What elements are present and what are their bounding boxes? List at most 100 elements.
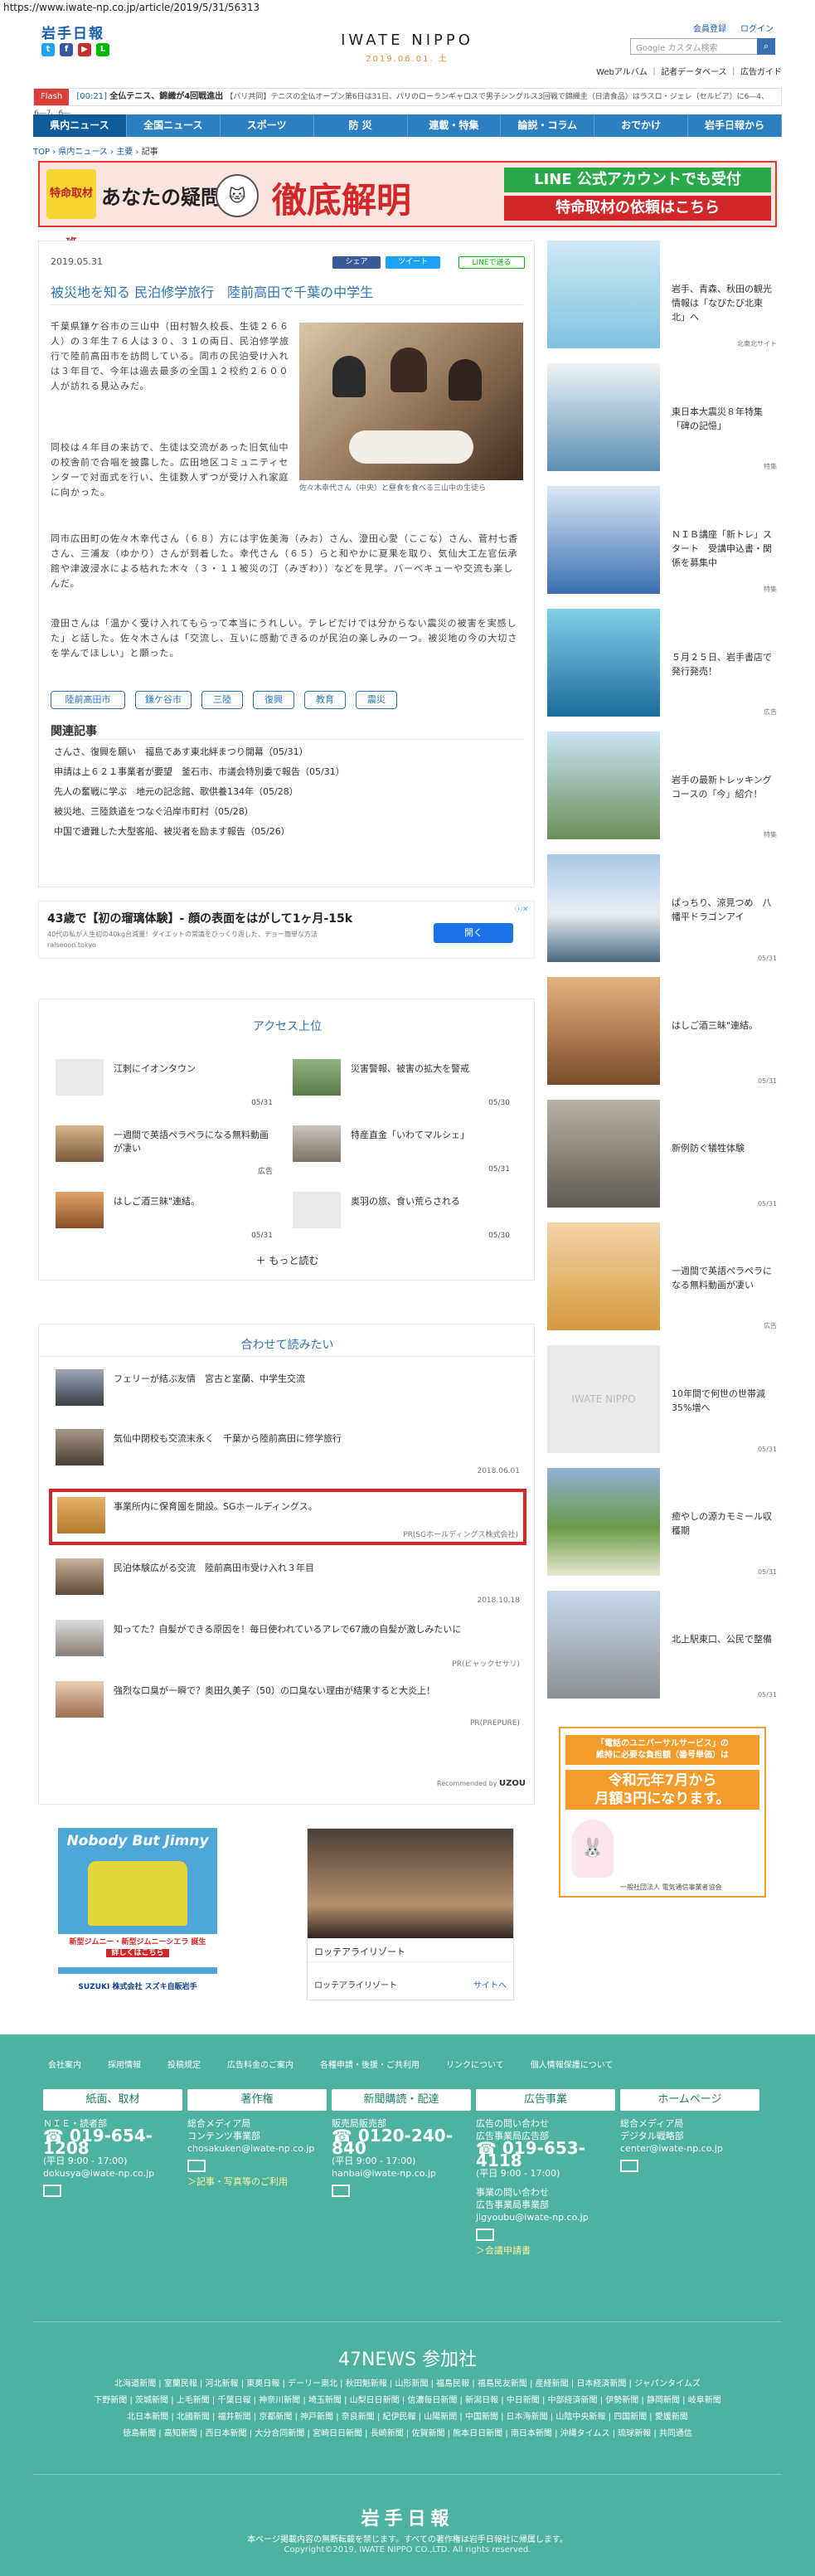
nav-editorial[interactable]: 論説・コラム	[501, 114, 595, 137]
adchoices-icon[interactable]: ⓘ✕	[515, 903, 529, 914]
sidebar-title[interactable]: 岩手、青森、秋田の観光情報は「なびたび北東北」へ	[672, 282, 776, 324]
login-link[interactable]: ログイン	[740, 22, 774, 34]
flash-headline[interactable]: 全仏テニス、錦織が4回戦進出	[109, 92, 223, 101]
nav-features[interactable]: 連載・特集	[408, 114, 502, 137]
sidebar-title[interactable]: 一週間で英語ペラペラになる無料動画が凄い	[672, 1264, 776, 1292]
recommend-item[interactable]: 民泊体験広がる交流 陸前高田市受け入れ３年目 2018.10.18	[56, 1558, 520, 1608]
sidebar-title[interactable]: 東日本大震災８年特集「碑の記憶」	[672, 405, 776, 433]
sidebar-title[interactable]: はしご酒三昧"連結。	[672, 1018, 776, 1033]
ranking-item[interactable]: 特産直金「いわてマルシェ」 05/31	[293, 1125, 510, 1175]
line-icon[interactable]: L	[96, 43, 109, 56]
footer-link-company[interactable]: 会社案内	[48, 2058, 81, 2070]
sidebar-item[interactable]: ＮＩＢ講座「新トレ」スタート 受講申込書・関係を募集中 特集	[547, 486, 782, 602]
member-register-link[interactable]: 会員登録	[693, 22, 726, 34]
mail-icon[interactable]	[332, 2185, 350, 2197]
sidebar-title[interactable]: ぱっちり、涼見つめ 八幡平ドラゴンアイ	[672, 896, 776, 924]
ranking-title[interactable]: 一週間で英語ペラペラになる無料動画が凄い	[114, 1129, 271, 1155]
breadcrumb-main[interactable]: 主要	[116, 148, 133, 157]
footer-phone[interactable]: ☎ 019-654-1208	[43, 2127, 182, 2156]
footer-link-contribution[interactable]: 投稿規定	[167, 2058, 201, 2070]
suzuki-ad[interactable]: Nobody But Jimny 新型ジムニー・新型ジムニーシエラ 誕生 詳しくは…	[58, 1828, 217, 2000]
recommend-item[interactable]: 知ってた？自髪ができる原因を！毎日使われているアレで67歳の自髪が激しみたいに …	[56, 1620, 520, 1670]
nav-outing[interactable]: おでかけ	[594, 114, 689, 137]
ranking-title[interactable]: 災害警報、被害の拡大を警戒	[351, 1062, 508, 1076]
search-input[interactable]: Google カスタム検索	[630, 38, 774, 55]
breadcrumb-top[interactable]: TOP	[33, 148, 50, 157]
sidebar-item[interactable]: 北上駅東口、公民で整備 05/31	[547, 1591, 782, 1707]
related-item[interactable]: 中国で遭難した大型客船、被災者を励ます報告（05/26）	[54, 822, 518, 842]
facebook-icon[interactable]: f	[60, 43, 73, 56]
tag-education[interactable]: 教育	[304, 691, 346, 709]
sidebar-title[interactable]: 新例防ぐ犠牲体験	[672, 1141, 776, 1155]
footer-link-linking[interactable]: リンクについて	[446, 2058, 504, 2070]
mail-icon[interactable]	[476, 2228, 494, 2241]
tag-disaster[interactable]: 震災	[356, 691, 397, 709]
universal-service-banner[interactable]: 「電話のユニバーサルサービス」の 維持に必要な負担額（番号単価）は 令和元年7月か…	[559, 1727, 766, 1898]
footer-link-privacy[interactable]: 個人情報保護について	[531, 2058, 614, 2070]
ranking-title[interactable]: 江刺にイオンタウン	[114, 1062, 271, 1076]
mail-icon[interactable]	[620, 2160, 638, 2172]
sidebar-item[interactable]: 一週間で英語ペラペラになる無料動画が凄い 広告	[547, 1222, 782, 1339]
ranking-title[interactable]: 奥羽の旅、食い荒らされる	[351, 1195, 508, 1208]
masthead[interactable]: IWATE NIPPO	[324, 32, 490, 49]
ranking-title[interactable]: はしご酒三昧"連結。	[114, 1195, 271, 1208]
related-item[interactable]: 申請は上６２１事業者が要望 釜石市、市議会特別委で報告（05/31）	[54, 762, 518, 782]
nav-from-nippo[interactable]: 岩手日報から	[688, 114, 782, 137]
member-row[interactable]: 徳島新聞 | 高知新聞 | 西日本新聞 | 大分合同新聞 | 宮崎日日新聞 | …	[33, 2426, 782, 2442]
text-ad[interactable]: 43歳で【初の瑠璃体験】- 顔の表面をはがして1ヶ月-15k 40代の私が人生初…	[38, 901, 535, 959]
nav-national-news[interactable]: 全国ニュース	[127, 114, 221, 137]
footer-email[interactable]: center@iwate-np.co.jp	[620, 2142, 759, 2155]
footer-phone[interactable]: ☎ 019-653-4118	[476, 2140, 615, 2169]
sidebar-item[interactable]: 岩手の最新トレッキングコースの「今」紹介！ 特集	[547, 731, 782, 848]
nav-disaster[interactable]: 防 災	[314, 114, 408, 137]
recommend-item[interactable]: 強烈な口臭が一瞬で？奥田久美子（50）の口臭ない理由が結果すると大炎上！ PR(…	[56, 1681, 520, 1731]
ranking-item[interactable]: はしご酒三昧"連結。 05/31	[56, 1192, 273, 1242]
special-report-banner[interactable]: 特命取材班 あなたの疑問 🐱 徹底解明 LINE 公式アカウントでも受付 特命取…	[38, 161, 777, 250]
subnav-webalbum[interactable]: Webアルバム	[596, 68, 648, 77]
subnav-reporter-db[interactable]: 記者データベース	[661, 68, 727, 77]
sidebar-item[interactable]: ５月２５日、岩手書店で発行発売！ 広告	[547, 609, 782, 725]
sidebar-title[interactable]: 10年間で何世の世帯減35%増へ	[672, 1387, 776, 1415]
subnav-ad-guide[interactable]: 広告ガイド	[740, 68, 782, 77]
recommended-by[interactable]: Recommended by UZOU	[437, 1779, 526, 1788]
member-row[interactable]: 下野新聞 | 茨城新聞 | 上毛新聞 | 千葉日報 | 神奈川新聞 | 埼玉新聞…	[33, 2393, 782, 2409]
sidebar-item[interactable]: ぱっちり、涼見つめ 八幡平ドラゴンアイ 05/31	[547, 854, 782, 970]
footer-link-ad-rates[interactable]: 広告料金のご案内	[227, 2058, 293, 2070]
sidebar-item[interactable]: 新例防ぐ犠牲体験 05/31	[547, 1100, 782, 1216]
site-logo[interactable]: 岩手日報	[41, 22, 104, 42]
youtube-icon[interactable]: ▶	[78, 43, 91, 56]
sidebar-title[interactable]: ５月２５日、岩手書店で発行発売！	[672, 650, 776, 678]
footer-link-applications[interactable]: 各種申請・後援・ご共利用	[320, 2058, 420, 2070]
sidebar-item[interactable]: IWATE NIPPO 10年間で何世の世帯減35%増へ 05/31	[547, 1345, 782, 1461]
related-item[interactable]: 被災地、三陸鉄道をつなぐ沿岸市町村（05/28）	[54, 802, 518, 822]
more-button[interactable]: ＋ もっと読む	[39, 1253, 536, 1267]
nav-local-news[interactable]: 県内ニュース	[33, 114, 127, 137]
sidebar-title[interactable]: 北上駅東口、公民で整備	[672, 1632, 776, 1646]
banner-request-link[interactable]: 特命取材の依頼はこちら	[504, 196, 771, 221]
recommend-title-text[interactable]: 知ってた？自髪ができる原因を！毎日使われているアレで67歳の自髪が激しみたいに	[114, 1623, 512, 1636]
tag-rikuzentakata[interactable]: 陸前高田市	[51, 691, 125, 709]
twitter-icon[interactable]: t	[41, 43, 55, 56]
search-icon[interactable]: ⌕	[757, 38, 775, 55]
nav-sports[interactable]: スポーツ	[221, 114, 314, 137]
sidebar-title[interactable]: ＮＩＢ講座「新トレ」スタート 受講申込書・関係を募集中	[672, 527, 776, 570]
flash-news-ticker[interactable]: Flash [00:21] 全仏テニス、錦織が4回戦進出 【パリ共同】テニスの全…	[33, 88, 782, 118]
facebook-share-button[interactable]: シェア	[332, 256, 381, 269]
mail-icon[interactable]	[187, 2160, 206, 2172]
recommend-item[interactable]: 気仙中閉校も交流末永く 千葉から陸前高田に修学旅行 2018.06.01	[56, 1429, 520, 1479]
tag-recovery[interactable]: 復興	[253, 691, 294, 709]
ranking-title[interactable]: 特産直金「いわてマルシェ」	[351, 1129, 508, 1142]
recommend-item-highlighted[interactable]: 事業所内に保育園を開設。SGホールディングス。 PR(SGホールディングス株式会…	[49, 1489, 526, 1545]
sidebar-item[interactable]: 東日本大震災８年特集「碑の記憶」 特集	[547, 363, 782, 479]
sidebar-item[interactable]: 癒やしの源カモミール収穫期 05/31	[547, 1468, 782, 1584]
ranking-item[interactable]: 奥羽の旅、食い荒らされる 05/30	[293, 1192, 510, 1242]
ranking-item[interactable]: 災害警報、被害の拡大を警戒 05/30	[293, 1059, 510, 1109]
breadcrumb-local[interactable]: 県内ニュース	[58, 148, 108, 157]
sidebar-title[interactable]: 癒やしの源カモミール収穫期	[672, 1509, 776, 1538]
footer-phone[interactable]: ☎ 0120-240-840	[332, 2127, 471, 2156]
related-item[interactable]: さんさ、復興を願い 福島であす東北絆まつり開幕（05/31）	[54, 742, 518, 762]
recommend-title-text[interactable]: フェリーが結ぶ友情 宮古と室蘭、中学生交流	[114, 1373, 512, 1386]
footer-email[interactable]: chosakuken@iwate-np.co.jp	[187, 2142, 327, 2155]
ad-title[interactable]: 43歳で【初の瑠璃体験】- 顔の表面をはがして1ヶ月-15k	[47, 910, 412, 926]
article-photo[interactable]	[299, 323, 523, 480]
